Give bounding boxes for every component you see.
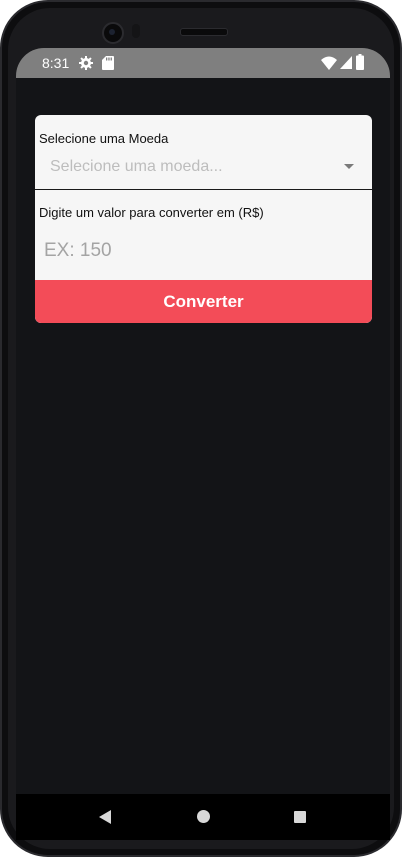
convert-button[interactable]: Converter [35,280,372,323]
back-icon[interactable] [99,810,111,824]
phone-frame: 8:31 Selecione uma Moeda Selecione uma m… [0,0,402,857]
currency-label: Selecione uma Moeda [39,131,169,146]
value-input[interactable] [35,221,372,280]
proximity-sensor [132,24,140,38]
value-label: Digite um valor para converter em (R$) [39,205,264,220]
caret-down-icon [344,164,354,169]
earpiece-speaker [180,28,228,36]
converter-card: Selecione uma Moeda Selecione uma moeda.… [35,115,372,323]
home-icon[interactable] [197,810,210,823]
app-screen: 8:31 Selecione uma Moeda Selecione uma m… [16,48,390,830]
currency-select[interactable]: Selecione uma moeda... [35,147,372,190]
currency-select-placeholder: Selecione uma moeda... [50,158,223,175]
gear-icon [79,56,93,70]
navigation-bar [16,794,390,840]
wifi-icon [321,56,337,70]
recents-icon[interactable] [294,811,306,823]
status-bar: 8:31 [16,48,390,78]
status-time: 8:31 [42,55,70,71]
front-camera [102,22,124,44]
sd-card-icon [102,56,114,70]
battery-icon [356,54,364,70]
signal-icon [340,56,352,69]
